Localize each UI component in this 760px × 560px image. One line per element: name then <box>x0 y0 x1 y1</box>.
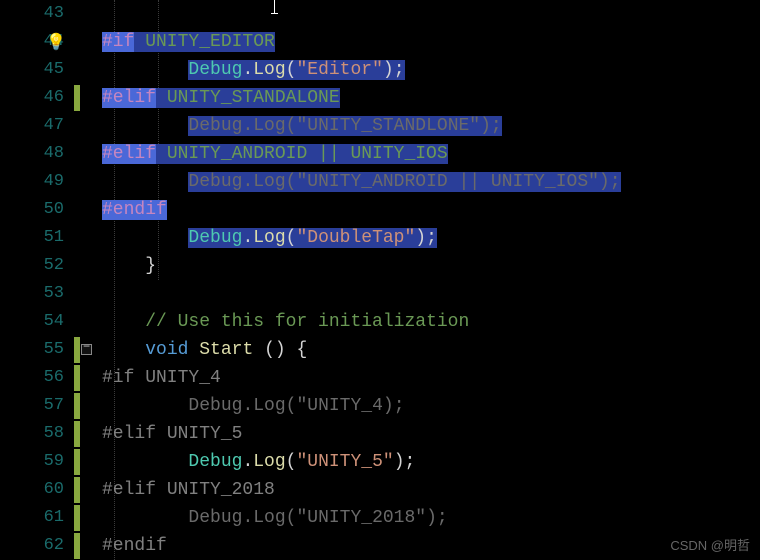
line-number: 59 <box>0 448 64 476</box>
code-line[interactable]: Debug.Log("Editor"); <box>96 56 760 84</box>
line-number: 50 <box>0 196 64 224</box>
change-marker <box>74 477 80 503</box>
code-line[interactable]: #if UNITY_EDITOR <box>96 28 760 56</box>
lightbulb-icon[interactable]: 💡 <box>46 32 66 52</box>
change-marker <box>74 337 80 363</box>
change-marker <box>74 421 80 447</box>
code-area[interactable]: #if UNITY_EDITOR Debug.Log("Editor"); #e… <box>96 0 760 560</box>
code-line[interactable]: // Use this for initialization <box>96 308 760 336</box>
line-number: 56 <box>0 364 64 392</box>
code-line[interactable]: Debug.Log("UNITY_4); <box>96 392 760 420</box>
line-number: 58 <box>0 420 64 448</box>
code-line[interactable]: #if UNITY_4 <box>96 364 760 392</box>
collapse-icon[interactable] <box>81 344 92 355</box>
code-line[interactable]: void Start () { <box>96 336 760 364</box>
line-number: 57 <box>0 392 64 420</box>
line-number: 55 <box>0 336 64 364</box>
code-line[interactable]: #endif <box>96 196 760 224</box>
line-number: 48 <box>0 140 64 168</box>
code-line[interactable]: } <box>96 252 760 280</box>
line-number: 60 <box>0 476 64 504</box>
code-line[interactable]: #elif UNITY_STANDALONE <box>96 84 760 112</box>
change-marker <box>74 449 80 475</box>
change-marker <box>74 533 80 559</box>
line-number: 45 <box>0 56 64 84</box>
line-number: 62 <box>0 532 64 560</box>
code-line[interactable]: Debug.Log("UNITY_STANDLONE"); <box>96 112 760 140</box>
line-number: 52 <box>0 252 64 280</box>
editor-margin: 💡 <box>70 0 96 560</box>
change-marker <box>74 85 80 111</box>
code-line[interactable]: #endif <box>96 532 760 560</box>
code-line[interactable]: #elif UNITY_5 <box>96 420 760 448</box>
code-line[interactable] <box>96 280 760 308</box>
code-line[interactable]: #elif UNITY_ANDROID || UNITY_IOS <box>96 140 760 168</box>
line-number: 54 <box>0 308 64 336</box>
line-number-gutter: 43 44 45 46 47 48 49 50 51 52 53 54 55 5… <box>0 0 70 560</box>
code-line[interactable]: Debug.Log("UNITY_ANDROID || UNITY_IOS"); <box>96 168 760 196</box>
code-line[interactable]: Debug.Log("UNITY_2018"); <box>96 504 760 532</box>
line-number: 43 <box>0 0 64 28</box>
code-line[interactable]: Debug.Log("DoubleTap"); <box>96 224 760 252</box>
code-editor[interactable]: 43 44 45 46 47 48 49 50 51 52 53 54 55 5… <box>0 0 760 560</box>
watermark: CSDN @明哲 <box>670 535 750 554</box>
line-number: 61 <box>0 504 64 532</box>
code-line[interactable]: Debug.Log("UNITY_5"); <box>96 448 760 476</box>
code-line[interactable] <box>96 0 760 28</box>
line-number: 51 <box>0 224 64 252</box>
code-line[interactable]: #elif UNITY_2018 <box>96 476 760 504</box>
change-marker <box>74 393 80 419</box>
line-number: 46 <box>0 84 64 112</box>
change-marker <box>74 365 80 391</box>
change-marker <box>74 505 80 531</box>
line-number: 53 <box>0 280 64 308</box>
line-number: 47 <box>0 112 64 140</box>
line-number: 49 <box>0 168 64 196</box>
